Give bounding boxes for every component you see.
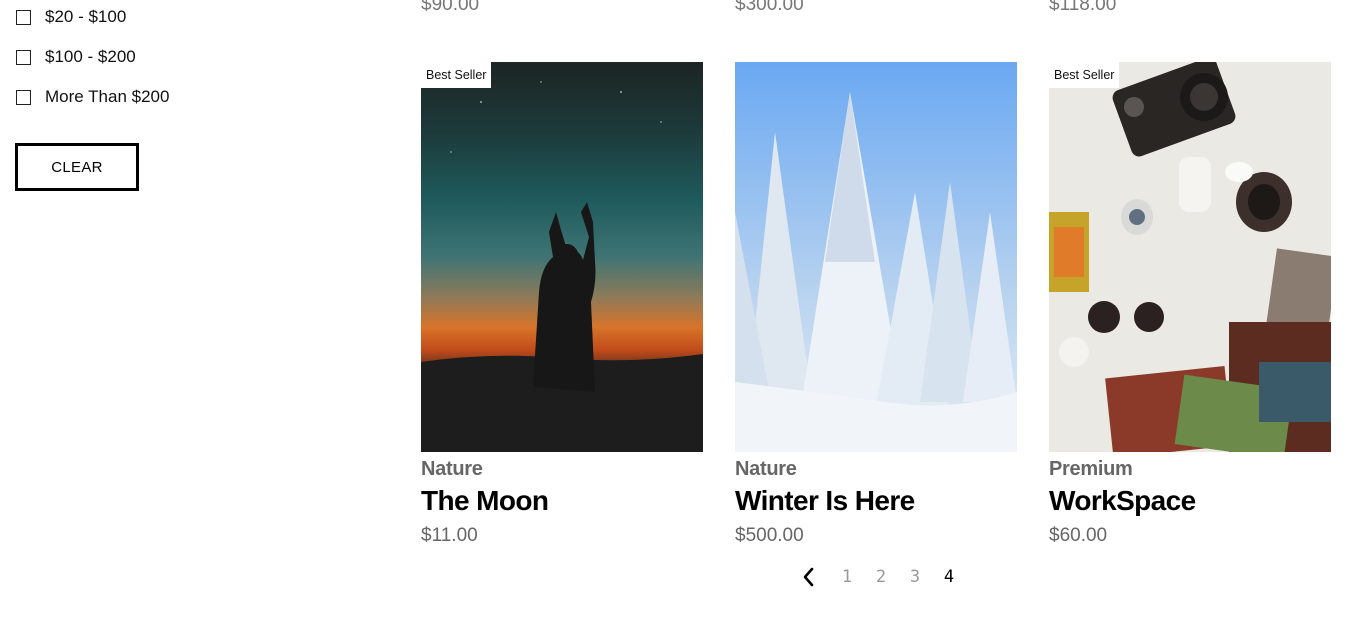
best-seller-badge: Best Seller [1049,62,1120,88]
clear-filters-button[interactable]: CLEAR [15,143,139,191]
filter-price-100-200[interactable]: $100 - $200 [16,47,136,67]
product-price: $60.00 [1049,525,1108,546]
best-seller-badge: Best Seller [421,62,492,88]
filter-label: $100 - $200 [45,47,136,66]
product-category: Nature [421,458,483,480]
checkbox-icon[interactable] [16,49,31,65]
page-4-current[interactable]: 4 [932,567,966,587]
previous-row-price: $300.00 [735,0,804,15]
page-2[interactable]: 2 [864,567,898,587]
pagination: 1 2 3 4 [800,566,966,588]
filter-label: $20 - $100 [45,7,127,26]
product-image-workspace[interactable]: Best Seller [1049,62,1331,452]
camera-film-flatlay-image [1049,62,1331,452]
product-price: $500.00 [735,525,804,546]
filter-price-20-100[interactable]: $20 - $100 [16,7,126,27]
product-image-moon[interactable]: Best Seller [421,62,703,452]
filter-label: More Than $200 [45,87,170,106]
product-card[interactable]: Nature Winter Is Here $500.00 [735,62,1017,547]
previous-row-price: $90.00 [421,0,480,15]
product-category: Nature [735,458,797,480]
product-card[interactable]: Best Seller Premium WorkSpace $60.00 [1049,62,1331,547]
product-image-winter[interactable] [735,62,1017,452]
product-price: $11.00 [421,525,478,546]
product-title[interactable]: Winter Is Here [735,485,1017,517]
product-title[interactable]: The Moon [421,485,703,517]
silhouette-moon-sunset-image [421,62,703,452]
checkbox-icon[interactable] [16,9,31,25]
product-title[interactable]: WorkSpace [1049,485,1331,517]
product-card[interactable]: Best Seller Nature The Moon $11.00 [421,62,703,547]
filter-price-more-than-200[interactable]: More Than $200 [16,87,169,107]
previous-row-price: $118.00 [1049,0,1117,15]
chevron-left-icon[interactable] [800,566,816,588]
product-category: Premium [1049,458,1133,480]
page-1[interactable]: 1 [830,567,864,587]
snowy-pine-trees-image [735,62,1017,452]
checkbox-icon[interactable] [16,89,31,105]
page-3[interactable]: 3 [898,567,932,587]
